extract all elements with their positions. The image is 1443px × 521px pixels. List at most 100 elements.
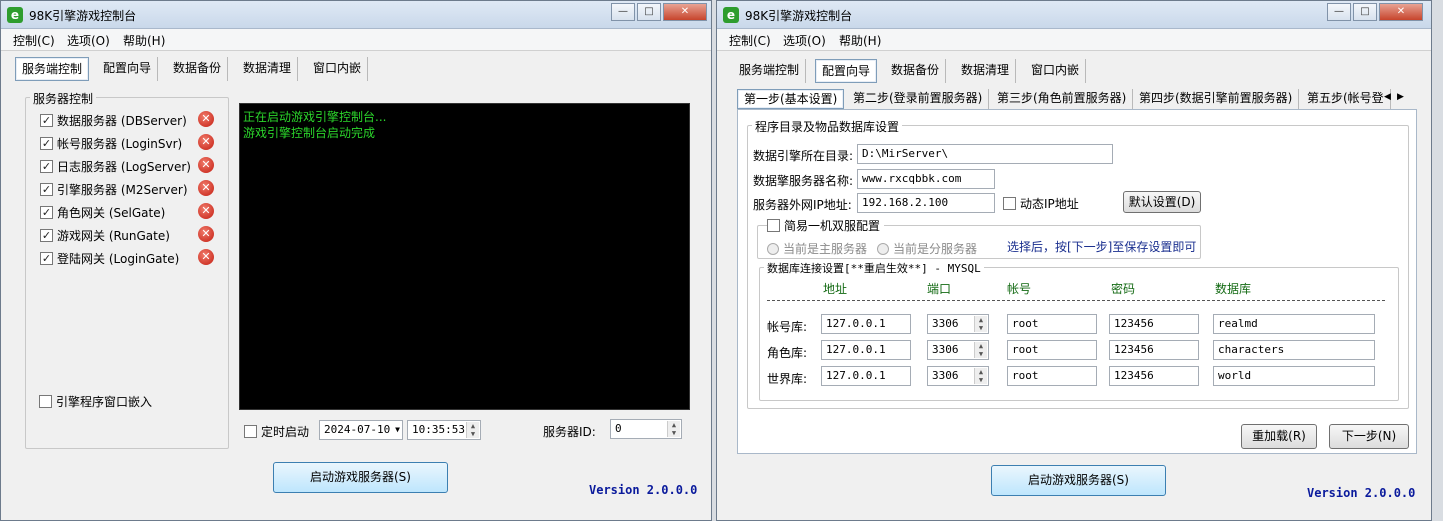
main-tabs: 服务端控制 配置向导 数据备份 数据清理 窗口内嵌 — [15, 57, 375, 83]
stop-icon[interactable]: ✕ — [198, 157, 214, 173]
checkbox-icon: ✓ — [40, 183, 53, 196]
chevron-down-icon: ▼ — [395, 425, 400, 434]
db-port-input[interactable]: 3306 ▲ ▼ — [927, 366, 989, 386]
server-id-input[interactable]: 0 ▲ ▼ — [610, 419, 682, 439]
db-addr-input[interactable]: 127.0.0.1 — [821, 366, 911, 386]
spinner-icon[interactable]: ▲ ▼ — [667, 421, 680, 437]
external-ip-label: 服务器外网IP地址: — [753, 198, 852, 212]
close-icon[interactable]: ✕ — [1379, 3, 1423, 21]
dynamic-ip-checkbox[interactable]: 动态IP地址 — [1003, 195, 1079, 212]
tab-scroll-left-icon[interactable]: ◀ — [1384, 92, 1391, 102]
checkbox-icon: ✓ — [40, 252, 53, 265]
minimize-icon[interactable]: — — [1327, 3, 1351, 21]
tab-step-1[interactable]: 第一步(基本设置) — [737, 89, 845, 109]
window-title: 98K引擎游戏控制台 — [745, 9, 853, 23]
db-user-input[interactable]: root — [1007, 340, 1097, 360]
right-titlebar[interactable]: e 98K引擎游戏控制台 — □ ✕ — [717, 1, 1431, 29]
tab-config-wizard[interactable]: 配置向导 — [815, 59, 878, 83]
menu-control[interactable]: 控制(C) — [13, 32, 55, 49]
db-pass-input[interactable]: 123456 — [1109, 340, 1199, 360]
embed-checkbox[interactable]: 引擎程序窗口嵌入 — [39, 393, 152, 410]
db-name-input[interactable]: characters — [1213, 340, 1375, 360]
tab-step-3[interactable]: 第三步(角色前置服务器) — [991, 89, 1134, 109]
db-pass-input[interactable]: 123456 — [1109, 314, 1199, 334]
server-checkbox-dbserver[interactable]: ✓ 数据服务器 (DBServer) — [40, 112, 187, 129]
tab-data-cleanup[interactable]: 数据清理 — [955, 59, 1017, 83]
server-checkbox-rungate[interactable]: ✓ 游戏网关 (RunGate) — [40, 227, 170, 244]
tab-step-4[interactable]: 第四步(数据引擎前置服务器) — [1133, 89, 1300, 109]
tab-data-backup[interactable]: 数据备份 — [885, 59, 947, 83]
stop-icon[interactable]: ✕ — [198, 249, 214, 265]
checkbox-icon — [39, 395, 52, 408]
default-settings-button[interactable]: 默认设置(D) — [1123, 191, 1201, 213]
menu-help[interactable]: 帮助(H) — [839, 32, 881, 49]
tab-config-wizard[interactable]: 配置向导 — [97, 57, 159, 81]
checkbox-icon: ✓ — [40, 137, 53, 150]
start-game-server-button[interactable]: 启动游戏服务器(S) — [991, 465, 1166, 496]
server-checkbox-loginsvr[interactable]: ✓ 帐号服务器 (LoginSvr) — [40, 135, 182, 152]
checkbox-icon — [767, 219, 780, 232]
left-titlebar[interactable]: e 98K引擎游戏控制台 — □ ✕ — [1, 1, 711, 29]
menu-options[interactable]: 选项(O) — [67, 32, 110, 49]
db-header-addr: 地址 — [823, 282, 848, 296]
server-checkbox-logingate[interactable]: ✓ 登陆网关 (LoginGate) — [40, 250, 179, 267]
db-header-pass: 密码 — [1111, 282, 1136, 296]
server-name-input[interactable]: www.rxcqbbk.com — [857, 169, 995, 189]
stop-icon[interactable]: ✕ — [198, 111, 214, 127]
menu-control[interactable]: 控制(C) — [729, 32, 771, 49]
tab-data-backup[interactable]: 数据备份 — [167, 57, 229, 81]
tab-scroll-right-icon[interactable]: ▶ — [1397, 92, 1404, 102]
close-icon[interactable]: ✕ — [663, 3, 707, 21]
spinner-icon[interactable]: ▲ ▼ — [466, 422, 479, 438]
menu-help[interactable]: 帮助(H) — [123, 32, 165, 49]
db-header-db: 数据库 — [1215, 282, 1252, 296]
stop-icon[interactable]: ✕ — [198, 226, 214, 242]
main-tabs: 服务端控制 配置向导 数据备份 数据清理 窗口内嵌 — [733, 59, 1093, 85]
external-ip-input[interactable]: 192.168.2.100 — [857, 193, 995, 213]
db-name-input[interactable]: realmd — [1213, 314, 1375, 334]
db-addr-input[interactable]: 127.0.0.1 — [821, 340, 911, 360]
tab-server-control[interactable]: 服务端控制 — [733, 59, 807, 83]
engine-dir-input[interactable]: D:\MirServer\ — [857, 144, 1113, 164]
left-window: e 98K引擎游戏控制台 — □ ✕ 控制(C) 选项(O) 帮助(H) 服务端… — [0, 0, 712, 521]
spinner-icon[interactable]: ▲ ▼ — [974, 368, 987, 384]
spinner-icon[interactable]: ▲ ▼ — [974, 342, 987, 358]
stop-icon[interactable]: ✕ — [198, 203, 214, 219]
db-pass-input[interactable]: 123456 — [1109, 366, 1199, 386]
db-port-input[interactable]: 3306 ▲ ▼ — [927, 314, 989, 334]
spinner-icon[interactable]: ▲ ▼ — [974, 316, 987, 332]
db-port-input[interactable]: 3306 ▲ ▼ — [927, 340, 989, 360]
start-game-server-button[interactable]: 启动游戏服务器(S) — [273, 462, 448, 493]
stop-icon[interactable]: ✕ — [198, 134, 214, 150]
radio-sub-server[interactable]: 当前是分服务器 — [877, 240, 977, 257]
server-checkbox-selgate[interactable]: ✓ 角色网关 (SelGate) — [40, 204, 165, 221]
tab-data-cleanup[interactable]: 数据清理 — [237, 57, 299, 81]
tab-window-embed[interactable]: 窗口内嵌 — [1025, 59, 1087, 83]
server-id-label: 服务器ID: — [543, 425, 596, 439]
tab-window-embed[interactable]: 窗口内嵌 — [307, 57, 369, 81]
date-picker[interactable]: 2024-07-10 ▼ — [319, 420, 403, 440]
tab-step-5[interactable]: 第五步(帐号登 — [1301, 89, 1391, 109]
time-input[interactable]: 10:35:53 ▲ ▼ — [407, 420, 481, 440]
timed-start-checkbox[interactable]: 定时启动 — [244, 423, 309, 440]
tab-server-control[interactable]: 服务端控制 — [15, 57, 90, 81]
minimize-icon[interactable]: — — [611, 3, 635, 21]
checkbox-icon: ✓ — [40, 206, 53, 219]
server-checkbox-logserver[interactable]: ✓ 日志服务器 (LogServer) — [40, 158, 191, 175]
next-step-button[interactable]: 下一步(N) — [1329, 424, 1409, 449]
db-user-input[interactable]: root — [1007, 366, 1097, 386]
reload-button[interactable]: 重加载(R) — [1241, 424, 1317, 449]
maximize-icon[interactable]: □ — [1353, 3, 1377, 21]
radio-main-server[interactable]: 当前是主服务器 — [767, 240, 867, 257]
maximize-icon[interactable]: □ — [637, 3, 661, 21]
tab-step-2[interactable]: 第二步(登录前置服务器) — [847, 89, 990, 109]
db-user-input[interactable]: root — [1007, 314, 1097, 334]
db-name-input[interactable]: world — [1213, 366, 1375, 386]
server-checkbox-m2server[interactable]: ✓ 引擎服务器 (M2Server) — [40, 181, 188, 198]
db-addr-input[interactable]: 127.0.0.1 — [821, 314, 911, 334]
dual-config-checkbox[interactable]: 简易一机双服配置 — [767, 217, 885, 234]
window-title: 98K引擎游戏控制台 — [29, 9, 137, 23]
menu-options[interactable]: 选项(O) — [783, 32, 826, 49]
checkbox-icon: ✓ — [40, 114, 53, 127]
stop-icon[interactable]: ✕ — [198, 180, 214, 196]
